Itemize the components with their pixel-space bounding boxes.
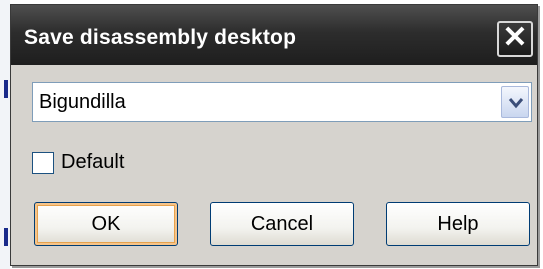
dialog-titlebar[interactable]: Save disassembly desktop ✕: [11, 5, 537, 65]
chevron-down-icon: [508, 98, 524, 109]
background-mark: [4, 80, 8, 98]
background-mark: [4, 228, 8, 246]
ok-button[interactable]: OK: [34, 202, 178, 246]
background-window-edge: [0, 0, 10, 269]
close-icon: ✕: [502, 21, 528, 54]
cancel-button[interactable]: Cancel: [210, 202, 354, 246]
save-disassembly-desktop-dialog: Save disassembly desktop ✕ Bigundilla De…: [10, 4, 538, 266]
combobox-dropdown-button[interactable]: [501, 86, 529, 118]
help-button[interactable]: Help: [386, 202, 530, 246]
default-checkbox[interactable]: [32, 152, 54, 174]
combobox-value: Bigundilla: [39, 91, 126, 113]
close-button[interactable]: ✕: [497, 21, 533, 57]
desktop-name-combobox[interactable]: Bigundilla: [32, 82, 532, 122]
screen: Save disassembly desktop ✕ Bigundilla De…: [0, 0, 543, 269]
default-checkbox-label[interactable]: Default: [61, 151, 124, 174]
dialog-title: Save disassembly desktop: [24, 26, 297, 49]
